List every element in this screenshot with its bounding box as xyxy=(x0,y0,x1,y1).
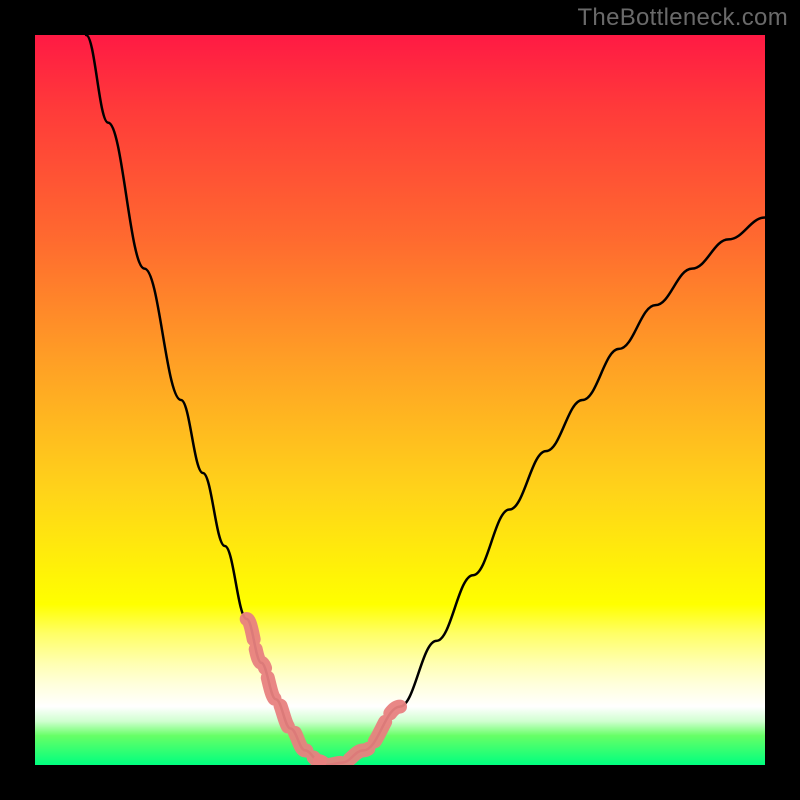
bottleneck-curve-svg xyxy=(35,35,765,765)
chart-frame: TheBottleneck.com xyxy=(0,0,800,800)
curve-main xyxy=(86,35,765,765)
highlight-right xyxy=(320,707,400,765)
watermark-text: TheBottleneck.com xyxy=(577,4,788,32)
plot-area xyxy=(35,35,765,765)
highlight-left xyxy=(247,619,320,761)
